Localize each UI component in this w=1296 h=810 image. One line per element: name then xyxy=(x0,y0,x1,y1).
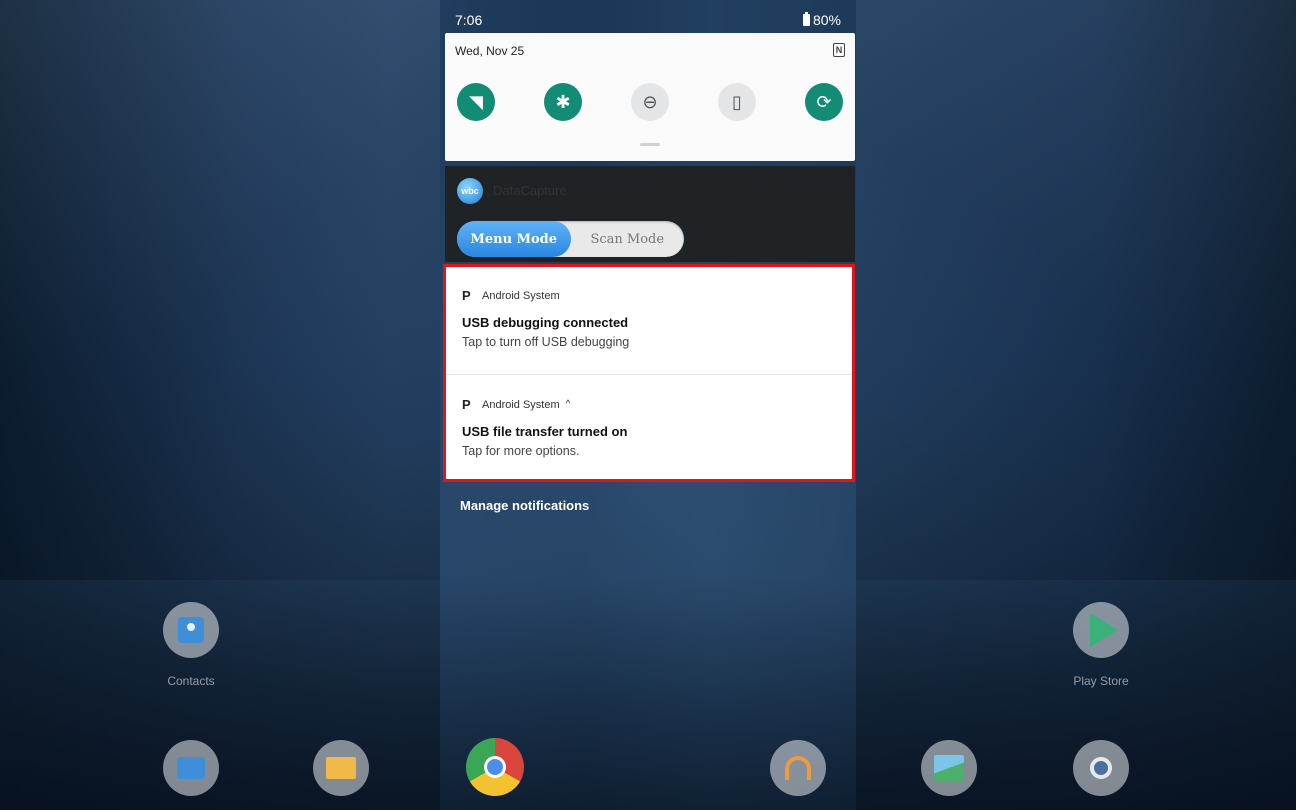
dnd-tile[interactable]: ⊖ xyxy=(631,83,669,121)
notification-usb-debugging[interactable]: P Android System USB debugging connected… xyxy=(446,267,852,373)
camera-icon xyxy=(1090,757,1112,779)
datacapture-app-icon: wbc xyxy=(457,178,483,204)
flashlight-tile[interactable]: ▯ xyxy=(718,83,756,121)
notification-header: P Android System ^ xyxy=(462,398,570,411)
status-time: 7:06 xyxy=(455,12,483,28)
quick-settings-panel: Wed, Nov 25 N ◥ ✱ ⊖ ▯ ⟳ xyxy=(445,33,855,161)
android-system-icon: P xyxy=(462,397,471,412)
wifi-icon: ◥ xyxy=(469,91,483,112)
app-messages[interactable] xyxy=(163,740,219,796)
notification-title: USB debugging connected xyxy=(462,315,629,330)
notification-text: Tap for more options. xyxy=(462,444,580,458)
messages-icon-bg xyxy=(163,740,219,796)
app-chrome[interactable] xyxy=(466,738,524,796)
gallery-icon xyxy=(934,755,964,781)
music-icon-bg xyxy=(770,740,826,796)
battery-icon xyxy=(802,12,810,26)
contacts-icon xyxy=(178,617,204,643)
menu-mode-button[interactable]: Menu Mode xyxy=(457,221,571,257)
app-camera[interactable] xyxy=(1073,740,1129,796)
qs-expand-handle[interactable] xyxy=(640,143,660,146)
notification-app-name: Android System xyxy=(482,398,560,411)
play-store-icon xyxy=(1090,613,1118,647)
notification-group: P Android System USB debugging connected… xyxy=(443,264,855,482)
notification-header: P Android System xyxy=(462,289,560,302)
notification-usb-file-transfer[interactable]: P Android System ^ USB file transfer tur… xyxy=(446,376,852,482)
android-system-icon: P xyxy=(462,288,471,303)
camera-icon-bg xyxy=(1073,740,1129,796)
battery-level: 80% xyxy=(812,12,841,28)
notification-title: USB file transfer turned on xyxy=(462,424,628,439)
auto-rotate-tile[interactable]: ⟳ xyxy=(805,83,843,121)
wifi-tile[interactable]: ◥ xyxy=(457,83,495,121)
notification-divider xyxy=(446,374,852,375)
battery-indicator: 80% xyxy=(802,12,841,28)
mode-toggle[interactable]: Menu Mode Scan Mode xyxy=(457,221,684,257)
qs-date: Wed, Nov 25 xyxy=(455,44,525,58)
dnd-icon: ⊖ xyxy=(642,91,658,112)
contacts-icon-bg xyxy=(163,602,219,658)
scan-mode-button[interactable]: Scan Mode xyxy=(571,221,685,257)
app-contacts[interactable]: Contacts xyxy=(163,602,219,688)
email-icon xyxy=(326,757,356,779)
app-label: Contacts xyxy=(167,674,215,688)
messages-icon xyxy=(177,757,205,779)
notification-app-name: Android System xyxy=(482,289,560,302)
qs-tiles: ◥ ✱ ⊖ ▯ ⟳ xyxy=(445,83,855,121)
nfc-icon: N xyxy=(833,43,845,57)
play-store-icon-bg xyxy=(1073,602,1129,658)
headphones-icon xyxy=(785,756,811,780)
app-email[interactable] xyxy=(313,740,369,796)
notification-text: Tap to turn off USB debugging xyxy=(462,335,630,349)
chrome-icon xyxy=(466,738,524,796)
app-play-store[interactable]: Play Store xyxy=(1073,602,1129,688)
app-music[interactable] xyxy=(770,740,826,796)
rotate-icon: ⟳ xyxy=(816,91,832,112)
status-bar: 7:06 80% xyxy=(455,8,855,30)
datacapture-notification[interactable]: wbc DataCapture Menu Mode Scan Mode xyxy=(445,166,855,262)
bluetooth-icon: ✱ xyxy=(555,91,571,112)
email-icon-bg xyxy=(313,740,369,796)
flashlight-icon: ▯ xyxy=(732,91,742,112)
manage-notifications-button[interactable]: Manage notifications xyxy=(460,498,589,513)
chevron-up-icon[interactable]: ^ xyxy=(566,399,571,410)
app-label: Play Store xyxy=(1073,674,1129,688)
gallery-icon-bg xyxy=(921,740,977,796)
bluetooth-tile[interactable]: ✱ xyxy=(544,83,582,121)
app-gallery[interactable] xyxy=(921,740,977,796)
datacapture-app-name: DataCapture xyxy=(493,183,567,198)
